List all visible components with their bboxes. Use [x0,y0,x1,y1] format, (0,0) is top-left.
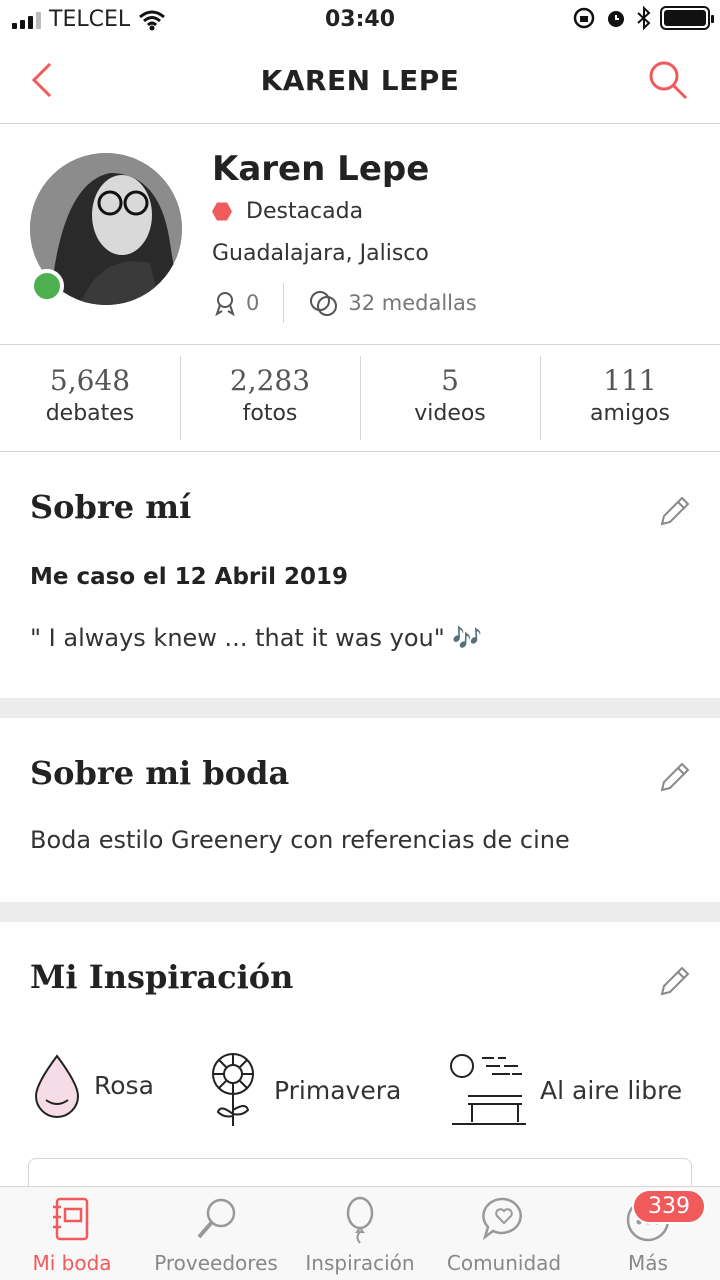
count-videos[interactable]: 5 videos [360,346,540,451]
search-icon[interactable] [646,58,690,102]
status-bar: TELCEL 03:40 [0,0,720,40]
edit-pencil-icon[interactable] [656,494,692,530]
bluetooth-icon [637,6,651,30]
inspiration-item-rosa[interactable]: Rosa [32,1052,154,1118]
notebook-icon [53,1197,89,1241]
tab-label: Mi boda [32,1251,112,1275]
wedding-section: Sobre mi boda Boda estilo Greenery con r… [0,718,720,902]
section-divider [0,698,720,718]
profile-badge: Destacada [212,199,363,224]
chat-heart-icon [482,1197,522,1241]
edit-pencil-icon[interactable] [656,964,692,1000]
wedding-date: Me caso el 12 Abril 2019 [30,564,349,590]
rotation-lock-icon [573,7,595,29]
count-amigos[interactable]: 111 amigos [540,346,720,451]
count-label: videos [414,401,486,426]
inspiration-label: Rosa [94,1070,154,1100]
count-number: 111 [603,364,657,397]
profile-location: Guadalajara, Jalisco [212,241,429,266]
alarm-icon [608,11,624,27]
tab-mi-boda[interactable]: Mi boda [0,1187,144,1280]
count-debates[interactable]: 5,648 debates [0,346,180,451]
inspiration-list: Rosa Primavera Al aire libre [0,1040,720,1140]
battery-icon [660,6,714,30]
wedding-title: Sobre mi boda [30,754,290,792]
section-divider [0,902,720,922]
tab-label: Proveedores [154,1251,278,1275]
balloon-icon [346,1196,374,1244]
tab-label: Más [628,1251,668,1275]
notification-badge: 339 [632,1189,706,1224]
tab-label: Comunidad [446,1251,562,1275]
medals-icon [310,291,338,316]
edit-pencil-icon[interactable] [656,760,692,796]
flower-icon [212,1053,254,1126]
awards-count: 0 [246,291,260,315]
count-fotos[interactable]: 2,283 fotos [180,346,360,451]
tab-bar: Mi boda Proveedores Inspiración Comunida… [0,1186,720,1280]
count-number: 5 [441,364,459,397]
hexagon-icon [212,202,232,221]
nav-header: KAREN LEPE [0,40,720,124]
about-section: Sobre mí Me caso el 12 Abril 2019 " I al… [0,452,720,698]
count-number: 5,648 [49,364,131,397]
inspiration-label: Primavera [274,1075,402,1105]
inspiration-label: Al aire libre [540,1075,683,1105]
profile-name: Karen Lepe [212,149,430,189]
park-bench-icon [450,1054,526,1125]
magnifier-icon [197,1198,236,1239]
count-label: amigos [590,401,670,426]
about-text: " I always knew ... that it was you" 🎶 [30,624,483,652]
award-ribbon-icon [215,292,235,316]
profile-stats: 0 32 medallas [212,283,477,323]
inspiration-item-aire-libre[interactable]: Al aire libre [448,1052,682,1128]
tab-proveedores[interactable]: Proveedores [144,1187,288,1280]
about-title: Sobre mí [30,488,192,526]
wedding-text: Boda estilo Greenery con referencias de … [30,826,570,854]
online-status-dot [30,269,64,303]
drop-icon [34,1054,80,1118]
profile-card: Karen Lepe Destacada Guadalajara, Jalisc… [0,125,720,345]
count-number: 2,283 [229,364,311,397]
badge-label: Destacada [246,199,364,224]
tab-mas[interactable]: Más 339 [576,1187,720,1280]
tab-label: Inspiración [305,1251,415,1275]
profile-counts: 5,648 debates 2,283 fotos 5 videos 111 a… [0,346,720,452]
status-right [572,6,714,30]
page-title: KAREN LEPE [260,64,460,97]
tab-inspiracion[interactable]: Inspiración [288,1187,432,1280]
medals-count[interactable]: 32 medallas [348,291,476,315]
count-label: fotos [242,401,298,426]
inspiration-title: Mi Inspiración [30,958,294,996]
tab-comunidad[interactable]: Comunidad [432,1187,576,1280]
stats-divider [283,283,285,323]
inspiration-item-primavera[interactable]: Primavera [204,1050,401,1130]
count-label: debates [45,401,135,426]
